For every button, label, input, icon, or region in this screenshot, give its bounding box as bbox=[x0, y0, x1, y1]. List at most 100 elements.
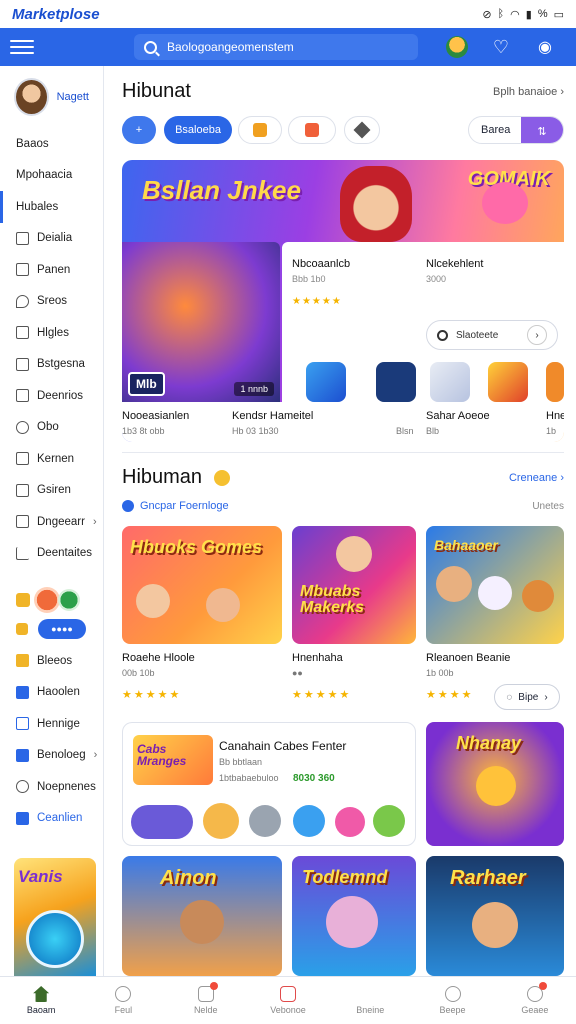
character-art bbox=[326, 896, 378, 948]
filter-chip[interactable] bbox=[238, 116, 282, 144]
user-icon[interactable]: ◉ bbox=[534, 36, 556, 58]
sidebar-item-0[interactable]: Baaos bbox=[0, 128, 103, 160]
bundle-card[interactable]: Cabs Mranges Canahain Cabes Fenter Bb bb… bbox=[122, 722, 416, 846]
see-all-link[interactable]: Creneane › bbox=[509, 472, 564, 484]
avatar-icon bbox=[203, 803, 239, 839]
character-art bbox=[436, 566, 472, 602]
sidebar-item-label: Bstgesna bbox=[37, 358, 85, 371]
featured-banner[interactable]: Bsllan Jnkee GOMAIK Mlb 1 nnnb Nbcoaanlc… bbox=[122, 160, 564, 442]
sidebar-item2-3[interactable]: Benoloeg › bbox=[0, 740, 103, 772]
sidebar-item-9[interactable]: Obo bbox=[0, 412, 103, 444]
avatar-icon bbox=[373, 805, 405, 837]
game-card[interactable]: Todlemnd bbox=[292, 856, 416, 976]
game-card[interactable]: Rarhaer bbox=[426, 856, 564, 976]
sidebar-item-6[interactable]: Hlgles bbox=[0, 317, 103, 349]
search-input[interactable]: Baologoangeomenstem bbox=[134, 34, 418, 60]
sidebar-item-3[interactable]: Deialia bbox=[0, 223, 103, 255]
game-tag-secondary: 1 nnnb bbox=[234, 382, 274, 396]
folder-icon bbox=[16, 654, 29, 668]
game-card[interactable]: Ainon bbox=[122, 856, 282, 976]
tab-new[interactable]: Nelde bbox=[165, 977, 247, 1024]
sidebar-item2-4[interactable]: Noepnenes bbox=[0, 771, 103, 803]
sidebar-item-13[interactable]: Deentaites bbox=[0, 538, 103, 570]
see-more-link[interactable]: Bplh banaioe › bbox=[493, 86, 564, 98]
silent-icon: ⊘ bbox=[482, 8, 492, 21]
sidebar-item-12[interactable]: Dngeearr › bbox=[0, 506, 103, 538]
tab-label: Vebonoe bbox=[270, 1005, 306, 1015]
chart-icon bbox=[16, 326, 29, 340]
game-badge-icon[interactable] bbox=[34, 587, 60, 613]
sidebar-item-7[interactable]: Bstgesna bbox=[0, 349, 103, 381]
sort-label: Barea bbox=[481, 124, 511, 136]
sidebar-item-2[interactable]: Hubales bbox=[0, 191, 103, 223]
menu-icon[interactable] bbox=[10, 35, 34, 59]
game-badge-icon[interactable] bbox=[58, 589, 80, 611]
game-card[interactable]: Hbuoks Gomes bbox=[122, 526, 282, 644]
heart-icon[interactable]: ♡ bbox=[490, 36, 512, 58]
game-card[interactable]: Mbuabs Makerks bbox=[292, 526, 416, 644]
sidebar-item-label: Sreos bbox=[37, 295, 68, 308]
add-filter-button[interactable]: + bbox=[122, 116, 156, 144]
chevron-right-icon: › bbox=[92, 515, 97, 528]
game-art-title: Bahaaoer bbox=[434, 537, 498, 553]
sidebar-item2-0[interactable]: Bleeos bbox=[0, 645, 103, 677]
game-tag: Mlb bbox=[128, 372, 165, 396]
bundle-title: Canahain Cabes Fenter bbox=[219, 739, 347, 753]
category-icon bbox=[305, 123, 319, 137]
sidebar-promo-banner[interactable]: Vanis bbox=[14, 858, 96, 976]
sidebar-item-8[interactable]: Deenrios bbox=[0, 380, 103, 412]
character-art bbox=[206, 588, 240, 622]
sidebar-item-label: Deialia bbox=[37, 232, 73, 245]
sidebar-item2-1[interactable]: Haoolen bbox=[0, 677, 103, 709]
character-art bbox=[476, 766, 516, 806]
filter-chip[interactable] bbox=[288, 116, 336, 144]
game-card[interactable]: Nhanay bbox=[426, 722, 564, 846]
sort-toggle[interactable]: Barea ⇅ bbox=[468, 116, 564, 144]
tab-gift[interactable]: Vebonoe bbox=[247, 977, 329, 1024]
bluetooth-icon: ᛒ bbox=[497, 8, 505, 20]
tab-profile[interactable]: Geaee bbox=[494, 977, 576, 1024]
app-root: { "status": {"app_logo": "Marketplose", … bbox=[0, 0, 576, 1024]
game-art-title: Hbuoks Gomes bbox=[130, 537, 263, 557]
view-button[interactable]: ◌ Bipe › bbox=[494, 684, 560, 710]
sidebar-item-11[interactable]: Gsiren bbox=[0, 475, 103, 507]
card-search-field[interactable]: Slaoteete › bbox=[426, 320, 558, 350]
filter-chip[interactable] bbox=[344, 116, 380, 144]
tab-history[interactable]: Beepe bbox=[411, 977, 493, 1024]
featured-game-art[interactable]: Mlb 1 nnnb bbox=[122, 242, 280, 402]
filter-chip-active[interactable]: Bsaloeba bbox=[164, 116, 232, 144]
sidebar-item2-2[interactable]: Hennige bbox=[0, 708, 103, 740]
tab-label: Nelde bbox=[193, 1005, 218, 1015]
app-thumbnail[interactable] bbox=[376, 362, 416, 402]
app-thumbnail[interactable] bbox=[546, 362, 564, 402]
sidebar-item-4[interactable]: Panen bbox=[0, 254, 103, 286]
tab-label: Beepe bbox=[439, 1005, 466, 1015]
app-thumbnail[interactable] bbox=[306, 362, 346, 402]
game-name: Hnenhaha bbox=[292, 652, 343, 664]
sidebar-pill[interactable]: ●●●● bbox=[38, 619, 86, 639]
box-icon bbox=[16, 452, 29, 466]
sidebar-item2-5[interactable]: Ceanlien bbox=[0, 803, 103, 835]
tab-home[interactable]: Baoam bbox=[0, 977, 82, 1024]
sidebar-item-label: Hlgles bbox=[37, 326, 69, 339]
user-icon bbox=[115, 986, 132, 1002]
app-thumbnail[interactable] bbox=[430, 362, 470, 402]
profile[interactable]: Nagett bbox=[0, 66, 103, 128]
sidebar-item-5[interactable]: Sreos bbox=[0, 286, 103, 318]
avatar[interactable] bbox=[14, 78, 49, 116]
divider bbox=[122, 452, 564, 453]
tab-feed[interactable]: Feul bbox=[82, 977, 164, 1024]
app-thumbnail[interactable] bbox=[488, 362, 528, 402]
arrow-right-icon[interactable]: › bbox=[527, 325, 547, 345]
game-name: Roaehe Hloole bbox=[122, 652, 195, 664]
sidebar-item-10[interactable]: Kernen bbox=[0, 443, 103, 475]
game-card[interactable]: Bahaaoer bbox=[426, 526, 564, 644]
sidebar-item-1[interactable]: Mpohaacia bbox=[0, 160, 103, 192]
tab-blank[interactable]: Bneine bbox=[329, 977, 411, 1024]
verified-icon bbox=[122, 500, 134, 512]
featured-footer: Nooeasianlen 1b3 8t obb Kendsr Hameitel … bbox=[122, 402, 564, 442]
see-more-label: Bplh banaioe bbox=[493, 85, 558, 98]
reward-icon[interactable] bbox=[446, 36, 468, 58]
app-logo: Marketplose bbox=[12, 5, 100, 23]
user-icon bbox=[16, 780, 29, 794]
